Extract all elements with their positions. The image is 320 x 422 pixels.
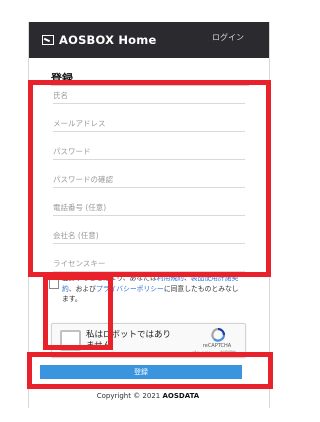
password-field[interactable]: パスワード <box>53 145 245 160</box>
title-divider <box>51 85 249 86</box>
phone-field[interactable]: 電話番号 (任意) <box>53 201 245 216</box>
company-field[interactable]: 会社名 (任意) <box>53 229 245 244</box>
brand-logo[interactable]: AOSBOX Home <box>42 33 156 47</box>
license-key-field[interactable]: ライセンスキー <box>53 257 245 272</box>
terms-link[interactable]: 利用規約 <box>157 274 184 282</box>
brand-icon <box>42 35 54 45</box>
recaptcha-widget: 私はロボットではありません reCAPTCHA プライバシー・利用規約 <box>51 323 246 358</box>
recaptcha-checkbox[interactable] <box>60 330 81 351</box>
footer: Copyright © 2021 AOSDATA <box>28 392 268 400</box>
consent-checkbox[interactable] <box>49 279 59 289</box>
consent-text-part1: 登録することにより、あなたは <box>62 274 157 282</box>
consent-text-part3: 、および <box>68 284 96 293</box>
recaptcha-label: 私はロボットではありません <box>86 330 172 351</box>
company-name: AOSDATA <box>162 392 200 400</box>
consent-text-part2: 、 <box>183 274 191 282</box>
email-field[interactable]: メールアドレス <box>53 117 245 132</box>
privacy-policy-link[interactable]: プライバシーポリシー <box>96 285 164 293</box>
consent-text: 登録することにより、あなたは利用規約、製品使用許諾契約、およびプライバシーポリシ… <box>62 273 240 305</box>
brand-name: AOSBOX Home <box>59 33 157 47</box>
register-button[interactable]: 登録 <box>40 365 242 379</box>
login-link[interactable]: ログイン <box>212 32 244 43</box>
recaptcha-brand: reCAPTCHA <box>202 343 232 349</box>
recaptcha-logo-icon <box>211 328 226 342</box>
recaptcha-terms-link[interactable]: プライバシー・利用規約 <box>184 350 244 356</box>
copyright-text: Copyright © 2021 <box>96 392 161 400</box>
top-header: AOSBOX Home ログイン <box>29 22 269 58</box>
page-title: 登録 <box>51 72 73 85</box>
name-field[interactable]: 氏名 <box>53 89 245 104</box>
password-confirm-field[interactable]: パスワードの確認 <box>53 173 245 188</box>
